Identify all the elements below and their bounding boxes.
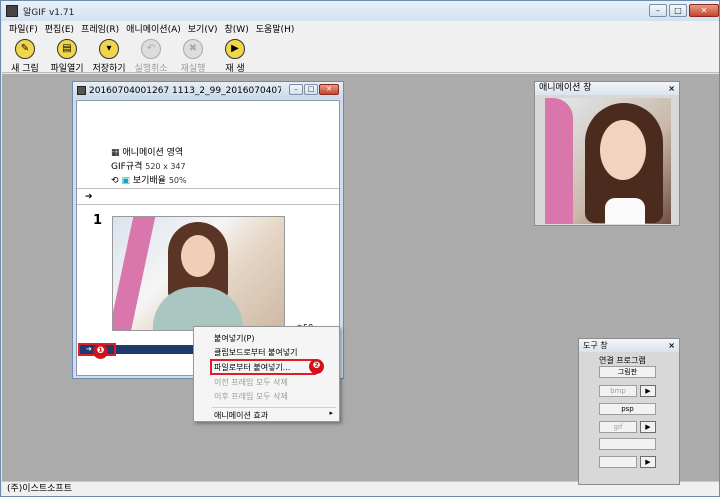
animation-preview-image [545, 98, 671, 224]
step-badge-1: ❶ [93, 344, 108, 359]
open-file-icon: ▤ [57, 39, 77, 59]
monitor-icon: ▣ [121, 176, 130, 186]
grid-icon: ▦ [111, 148, 120, 158]
menu-separator [212, 407, 336, 408]
empty-format-arrow-icon[interactable]: ▶ [640, 456, 656, 468]
animation-window-close-icon[interactable]: × [668, 82, 675, 95]
image-pole [545, 98, 573, 224]
animation-info: ▦ 애니메이션 영역 GIF규격 520 x 347 ⟲ ▣ 보기배율 50% [111, 146, 187, 188]
step-badge-2: ❷ [309, 359, 324, 374]
toolbar: ✎ 새 그림 ▤ 파일열기 ▾ 저장하기 ↶ 실행취소 ✖ 재실행 ▶ 재 생 [2, 36, 719, 74]
tool-window-title: 도구 창 [583, 341, 608, 350]
minimize-button[interactable]: – [649, 4, 667, 17]
psp-button[interactable]: psp [599, 403, 656, 415]
app-icon [6, 5, 18, 17]
menu-item-delete-previous[interactable]: 이전 프레임 모두 삭제 [214, 377, 288, 388]
submenu-arrow-icon: ▸ [329, 409, 333, 417]
document-window-controls: – □ ✕ [289, 84, 339, 95]
play-icon: ▶ [225, 39, 245, 59]
tool-window: 도구 창 × 연결 프로그램 그림판 bmp ▶ psp gif ▶ ▶ [578, 338, 680, 485]
linked-program-caption: 연결 프로그램 [599, 356, 646, 365]
frame-thumbnail[interactable] [112, 216, 285, 331]
animation-window-title: 애니메이션 창 [539, 83, 592, 93]
divider [77, 188, 339, 189]
document-title: 20160704001267 1113_2_99_20160704074207.… [89, 85, 281, 96]
tool-window-title-bar[interactable]: 도구 창 × [579, 339, 679, 352]
menu-view[interactable]: 보기(V) [188, 22, 218, 35]
context-menu: 붙여넣기(P) 클립보드로부터 붙여넣기 파일로부터 붙여넣기... 이전 프레… [193, 326, 340, 422]
menu-frame[interactable]: 프레임(R) [81, 22, 119, 35]
doc-close-button[interactable]: ✕ [319, 84, 339, 95]
animation-window-title-bar[interactable]: 애니메이션 창 × [535, 82, 679, 95]
menu-item-paste-clipboard[interactable]: 클립보드로부터 붙여넣기 [214, 347, 298, 358]
tool-window-close-icon[interactable]: × [668, 339, 675, 352]
undo-label: 실행취소 [134, 64, 168, 74]
arrow-icon: ➔ [85, 192, 93, 202]
refresh-icon[interactable]: ⟲ [111, 176, 119, 186]
open-file-label: 파일열기 [50, 64, 84, 74]
doc-restore-button[interactable]: □ [304, 84, 318, 95]
app-title: 알GIF v1.71 [23, 7, 75, 18]
close-button[interactable]: ✕ [689, 4, 719, 17]
menu-file[interactable]: 파일(F) [9, 22, 38, 35]
save-label: 저장하기 [92, 64, 126, 74]
doc-minimize-button[interactable]: – [289, 84, 303, 95]
window-controls: – □ ✕ [649, 4, 719, 17]
redo-button[interactable]: ✖ 재실행 [174, 36, 212, 74]
save-button[interactable]: ▾ 저장하기 [90, 36, 128, 74]
document-icon [77, 86, 86, 95]
gif-spec-row: GIF규격 520 x 347 [111, 160, 187, 174]
image-sweater [153, 287, 243, 330]
bmp-button[interactable]: bmp [599, 385, 637, 397]
menu-bar: 파일(F) 편집(E) 프레임(R) 애니메이션(A) 보기(V) 창(W) 도… [2, 21, 719, 36]
empty-program-button[interactable] [599, 438, 656, 450]
title-bar: 알GIF v1.71 – □ ✕ [1, 1, 719, 21]
menu-help[interactable]: 도움말(H) [256, 22, 295, 35]
menu-item-delete-next[interactable]: 이후 프레임 모두 삭제 [214, 391, 288, 402]
new-image-button[interactable]: ✎ 새 그림 [6, 36, 44, 74]
image-face [181, 235, 215, 277]
redo-icon: ✖ [183, 39, 203, 59]
redo-label: 재실행 [180, 64, 206, 74]
animation-window: 애니메이션 창 × [534, 81, 680, 226]
gif-spec-label: GIF규격 [111, 162, 143, 172]
frame-number: 1 [93, 213, 103, 228]
image-collar [605, 198, 645, 224]
gif-arrow-icon[interactable]: ▶ [640, 421, 656, 433]
play-label: 재 생 [225, 64, 245, 74]
empty-format-button[interactable] [599, 456, 637, 468]
restore-button[interactable]: □ [669, 4, 687, 17]
undo-icon: ↶ [141, 39, 161, 59]
bmp-arrow-icon[interactable]: ▶ [640, 385, 656, 397]
save-icon: ▾ [99, 39, 119, 59]
image-pole [113, 217, 156, 330]
paint-program-button[interactable]: 그림판 [599, 366, 656, 378]
new-image-label: 새 그림 [11, 64, 39, 74]
animation-area-label: 애니메이션 영역 [122, 148, 184, 158]
gif-button[interactable]: gif [599, 421, 637, 433]
animation-area-row: ▦ 애니메이션 영역 [111, 146, 187, 160]
zoom-label: 보기배율 [132, 176, 166, 186]
new-image-icon: ✎ [15, 39, 35, 59]
highlight-box [210, 359, 316, 375]
menu-edit[interactable]: 편집(E) [45, 22, 74, 35]
undo-button[interactable]: ↶ 실행취소 [132, 36, 170, 74]
image-face [600, 120, 646, 180]
menu-animation[interactable]: 애니메이션(A) [126, 22, 181, 35]
menu-window[interactable]: 창(W) [225, 22, 249, 35]
play-button[interactable]: ▶ 재 생 [216, 36, 254, 74]
zoom-value: 50% [168, 176, 187, 185]
gif-spec-value: 520 x 347 [145, 162, 186, 171]
zoom-row: ⟲ ▣ 보기배율 50% [111, 174, 187, 188]
open-file-button[interactable]: ▤ 파일열기 [48, 36, 86, 74]
divider [77, 204, 339, 205]
menu-item-animation-effect[interactable]: 애니메이션 효과 [214, 410, 268, 421]
menu-item-paste[interactable]: 붙여넣기(P) [214, 333, 255, 344]
